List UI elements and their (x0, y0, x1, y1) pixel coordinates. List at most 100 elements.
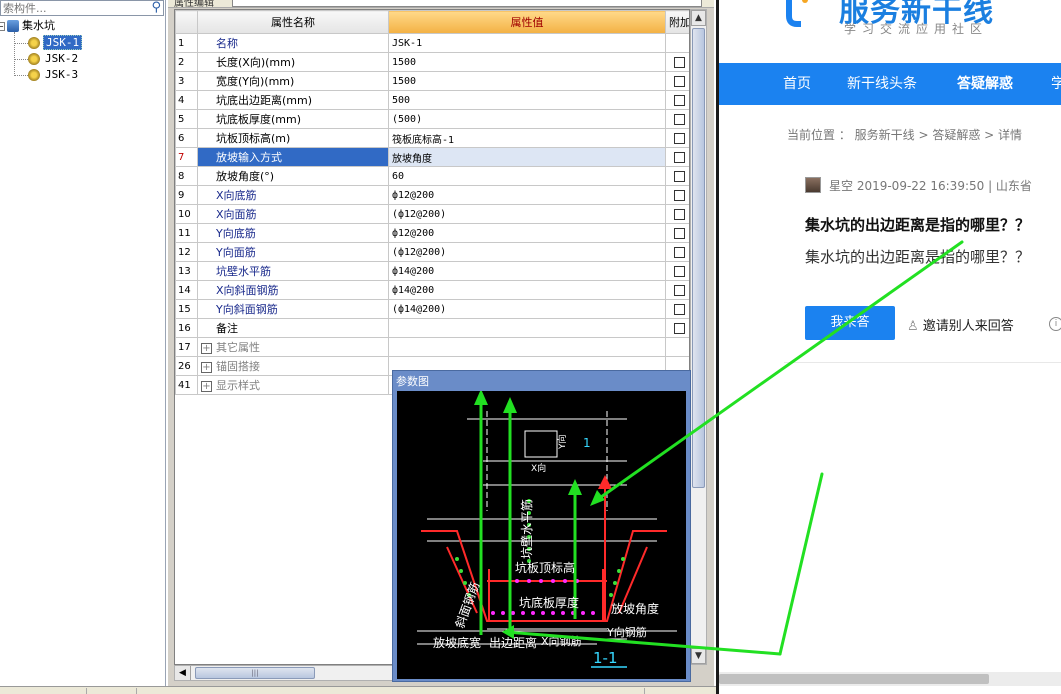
column-header-name[interactable]: 属性名称 (197, 10, 389, 34)
property-row[interactable]: 3 宽度(Y向)(mm) 1500 (175, 71, 689, 91)
extra-checkbox[interactable] (674, 95, 685, 106)
tree-item-jsk-1[interactable]: JSK-1 (28, 35, 83, 51)
property-name[interactable]: 放坡角度(°) (197, 166, 389, 186)
page-scroll-thumb[interactable] (719, 674, 989, 684)
property-value[interactable]: 放坡角度 (388, 147, 666, 167)
property-row[interactable]: 10 X向面筋 (ф12@200) (175, 204, 689, 224)
tree-node-root[interactable]: − 集水坑 (0, 18, 55, 34)
property-row[interactable]: 14 X向斜面钢筋 ф14@200 (175, 280, 689, 300)
property-row[interactable]: 11 Y向底筋 ф12@200 (175, 223, 689, 243)
property-value[interactable]: ф14@200 (388, 261, 666, 281)
info-icon[interactable]: i (1049, 317, 1061, 331)
expand-icon[interactable]: + (201, 361, 212, 373)
property-value[interactable]: 1500 (388, 52, 666, 72)
extra-checkbox[interactable] (674, 190, 685, 201)
extra-checkbox[interactable] (674, 247, 685, 258)
property-name[interactable]: 坑板顶标高(m) (197, 128, 389, 148)
property-name[interactable]: X向面筋 (197, 204, 389, 224)
extra-checkbox[interactable] (674, 171, 685, 182)
property-value[interactable]: 筏板底标高-1 (388, 128, 666, 148)
property-value[interactable]: (500) (388, 109, 666, 129)
extra-checkbox[interactable] (674, 209, 685, 220)
column-header-value[interactable]: 属性值 (388, 10, 666, 34)
property-name[interactable]: Y向面筋 (197, 242, 389, 262)
property-name[interactable]: + 显示样式 (197, 375, 389, 395)
extra-checkbox[interactable] (674, 114, 685, 125)
property-row[interactable]: 7 放坡输入方式 放坡角度 (175, 147, 689, 167)
extra-checkbox[interactable] (674, 304, 685, 315)
property-value[interactable] (388, 337, 666, 357)
property-name[interactable]: 长度(X向)(mm) (197, 52, 389, 72)
property-value[interactable]: (ф14@200) (388, 299, 666, 319)
expand-icon[interactable]: + (201, 380, 212, 392)
property-row[interactable]: 15 Y向斜面钢筋 (ф14@200) (175, 299, 689, 319)
property-value[interactable]: ф12@200 (388, 185, 666, 205)
scroll-thumb[interactable] (692, 28, 705, 488)
extra-checkbox[interactable] (674, 266, 685, 277)
property-name[interactable]: + 其它属性 (197, 337, 389, 357)
extra-checkbox[interactable] (674, 76, 685, 87)
property-row[interactable]: 6 坑板顶标高(m) 筏板底标高-1 (175, 128, 689, 148)
property-value[interactable]: 500 (388, 90, 666, 110)
invite-answer-link[interactable]: ♙ 邀请别人来回答 (907, 315, 1014, 334)
property-row[interactable]: 17 + 其它属性 (175, 337, 689, 357)
nav-item-learn[interactable]: 学 (1051, 63, 1061, 105)
property-row[interactable]: 4 坑底出边距离(mm) 500 (175, 90, 689, 110)
property-name[interactable]: X向斜面钢筋 (197, 280, 389, 300)
nav-item-home[interactable]: 首页 (783, 63, 811, 105)
extra-checkbox[interactable] (674, 57, 685, 68)
nav-item-qa[interactable]: 答疑解惑 (957, 63, 1013, 105)
column-header-extra[interactable]: 附加 (665, 10, 689, 34)
property-name[interactable]: 名称 (197, 33, 389, 53)
property-value[interactable]: ф14@200 (388, 280, 666, 300)
property-value[interactable]: (ф12@200) (388, 242, 666, 262)
property-name[interactable]: + 锚固搭接 (197, 356, 389, 376)
tree-item-jsk-2[interactable]: JSK-2 (28, 51, 80, 67)
property-row[interactable]: 9 X向底筋 ф12@200 (175, 185, 689, 205)
search-icon[interactable]: ⚲ (151, 1, 161, 15)
collapse-icon[interactable]: − (0, 21, 5, 31)
property-name[interactable]: Y向斜面钢筋 (197, 299, 389, 319)
property-name[interactable]: X向底筋 (197, 185, 389, 205)
extra-checkbox[interactable] (674, 133, 685, 144)
scroll-up-icon[interactable]: ▲ (691, 10, 706, 26)
property-row[interactable]: 12 Y向面筋 (ф12@200) (175, 242, 689, 262)
property-name[interactable]: 备注 (197, 318, 389, 338)
property-row[interactable]: 8 放坡角度(°) 60 (175, 166, 689, 186)
tree-item-jsk-3[interactable]: JSK-3 (28, 67, 80, 83)
property-name[interactable]: 坑底出边距离(mm) (197, 90, 389, 110)
component-search-input[interactable] (1, 1, 141, 16)
extra-checkbox[interactable] (674, 323, 685, 334)
property-row[interactable]: 13 坑壁水平筋 ф14@200 (175, 261, 689, 281)
component-gear-icon (28, 69, 40, 81)
scroll-thumb-horizontal[interactable]: ||| (195, 667, 315, 679)
property-name[interactable]: 坑底板厚度(mm) (197, 109, 389, 129)
property-row[interactable]: 16 备注 (175, 318, 689, 338)
scroll-left-icon[interactable]: ◀ (175, 666, 191, 680)
property-name[interactable]: Y向底筋 (197, 223, 389, 243)
expand-icon[interactable]: + (201, 342, 212, 354)
property-row[interactable]: 1 名称 JSK-1 (175, 33, 689, 53)
grid-vertical-scrollbar[interactable]: ▲ ▼ (690, 9, 707, 665)
scroll-down-icon[interactable]: ▼ (691, 648, 706, 664)
property-row[interactable]: 5 坑底板厚度(mm) (500) (175, 109, 689, 129)
property-value[interactable]: (ф12@200) (388, 204, 666, 224)
answer-button[interactable]: 我来答 (805, 306, 895, 340)
property-row[interactable]: 2 长度(X向)(mm) 1500 (175, 52, 689, 72)
extra-checkbox[interactable] (674, 285, 685, 296)
property-value[interactable]: ф12@200 (388, 223, 666, 243)
avatar[interactable] (805, 177, 821, 193)
property-value[interactable]: 1500 (388, 71, 666, 91)
property-value[interactable]: JSK-1 (388, 33, 666, 53)
property-name[interactable]: 坑壁水平筋 (197, 261, 389, 281)
property-name[interactable]: 放坡输入方式 (197, 147, 389, 167)
page-horizontal-scrollbar[interactable] (719, 672, 1061, 686)
property-value[interactable] (388, 318, 666, 338)
property-name[interactable]: 宽度(Y向)(mm) (197, 71, 389, 91)
component-search-box[interactable]: ⚲ (0, 0, 164, 16)
extra-checkbox[interactable] (674, 228, 685, 239)
property-filter-field[interactable] (232, 0, 702, 7)
nav-item-headlines[interactable]: 新干线头条 (847, 63, 917, 105)
property-value[interactable]: 60 (388, 166, 666, 186)
extra-checkbox[interactable] (674, 152, 685, 163)
